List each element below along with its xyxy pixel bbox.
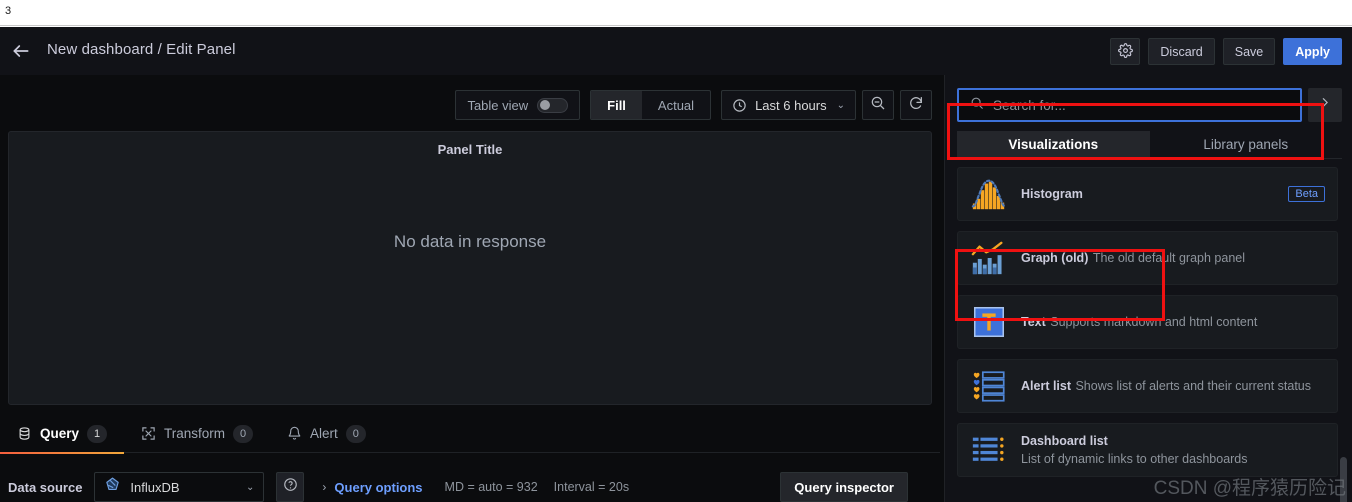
chevron-right-icon: › xyxy=(322,480,327,494)
app-header: New dashboard / Edit Panel Discard Save … xyxy=(0,27,1352,75)
panel-preview[interactable]: Panel Title No data in response xyxy=(8,131,932,405)
visualization-picker-pane: Search for... Visualizations Library pan… xyxy=(944,75,1352,502)
time-range-value: Last 6 hours xyxy=(755,97,827,113)
histogram-icon xyxy=(970,175,1008,213)
panel-options-row: Table view Fill Actual Last 6 hours ⌄ xyxy=(0,87,940,123)
time-range-picker[interactable]: Last 6 hours ⌄ xyxy=(721,90,856,120)
zoom-out-button[interactable] xyxy=(862,90,894,120)
refresh-button[interactable] xyxy=(900,90,932,120)
viz-item-name: Alert list xyxy=(1021,379,1072,393)
panel-title: Panel Title xyxy=(437,142,503,157)
tab-alert[interactable]: Alert 0 xyxy=(270,415,383,453)
time-controls: Last 6 hours ⌄ xyxy=(721,90,932,120)
transform-icon xyxy=(141,426,156,441)
tab-query-label: Query xyxy=(40,426,80,441)
viz-item-dashboard-list[interactable]: Dashboard list List of dynamic links to … xyxy=(957,423,1338,477)
fill-option[interactable]: Fill xyxy=(591,91,642,119)
viz-item-badge-beta: Beta xyxy=(1288,186,1325,202)
question-circle-icon xyxy=(283,477,298,497)
header-actions: Discard Save Apply xyxy=(1110,38,1342,65)
query-options-label: Query options xyxy=(334,479,423,495)
viz-item-desc: List of dynamic links to other dashboard… xyxy=(1021,452,1248,466)
text-panel-icon xyxy=(970,303,1008,341)
browser-strip-label: 3 xyxy=(5,5,12,17)
watermark: CSDN @程序猿历险记 xyxy=(1153,478,1346,499)
query-inspector-button[interactable]: Query inspector xyxy=(780,472,908,502)
viz-item-text: Histogram xyxy=(1021,185,1275,203)
viz-item-name: Text xyxy=(1021,315,1046,329)
fill-actual-segment: Fill Actual xyxy=(590,90,712,120)
save-button[interactable]: Save xyxy=(1222,38,1276,65)
interval-info: Interval = 20s xyxy=(553,480,630,494)
data-source-label: Data source xyxy=(8,479,83,495)
editor-tabbar: Query 1 Transform 0 Alert 0 xyxy=(0,415,940,454)
refresh-icon xyxy=(908,95,924,116)
search-icon xyxy=(970,96,984,115)
viz-search-row: Search for... xyxy=(957,88,1342,122)
viz-item-text: Graph (old) The old default graph panel xyxy=(1021,249,1325,267)
chevron-down-icon: ⌄ xyxy=(246,481,255,493)
screenshot-root: 3 New dashboard / Edit Panel Discard Sav… xyxy=(0,0,1352,502)
max-data-points-info: MD = auto = 932 xyxy=(444,480,538,494)
graph-old-icon xyxy=(970,239,1008,277)
visualization-list[interactable]: Histogram Beta Graph (old) The old defau… xyxy=(957,167,1348,502)
gear-icon xyxy=(1118,42,1133,61)
viz-item-name: Dashboard list xyxy=(1021,434,1108,448)
panel-settings-button[interactable] xyxy=(1110,38,1141,65)
viz-item-text: Dashboard list List of dynamic links to … xyxy=(1021,432,1325,468)
zoom-out-icon xyxy=(870,95,886,116)
panel-no-data-message: No data in response xyxy=(393,232,547,251)
actual-option[interactable]: Actual xyxy=(642,91,710,119)
angle-double-right-icon xyxy=(1319,96,1332,114)
query-options-row: Data source InfluxDB ⌄ › Query options M… xyxy=(0,465,940,502)
viz-item-text: Text Supports markdown and html content xyxy=(1021,313,1325,331)
dashboard-list-icon xyxy=(970,431,1008,469)
data-source-picker[interactable]: InfluxDB ⌄ xyxy=(94,472,265,502)
database-icon xyxy=(17,426,32,441)
tab-query-badge: 1 xyxy=(87,424,108,443)
viz-item-text-panel[interactable]: Text Supports markdown and html content xyxy=(957,295,1338,349)
table-view-switch-knob xyxy=(540,100,551,110)
table-view-label: Table view xyxy=(467,97,529,113)
tab-library-panels[interactable]: Library panels xyxy=(1150,131,1343,158)
viz-item-name: Histogram xyxy=(1021,187,1083,201)
influxdb-icon xyxy=(104,476,121,498)
viz-search-placeholder: Search for... xyxy=(993,97,1066,113)
viz-search-field[interactable]: Search for... xyxy=(957,88,1302,122)
data-source-value: InfluxDB xyxy=(130,479,180,495)
viz-item-histogram[interactable]: Histogram Beta xyxy=(957,167,1338,221)
back-arrow-icon[interactable] xyxy=(8,39,34,63)
viz-item-desc: Supports markdown and html content xyxy=(1050,315,1258,329)
collapse-pane-button[interactable] xyxy=(1308,88,1342,122)
query-options-toggle[interactable]: › Query options xyxy=(322,480,422,495)
viz-item-alert-list[interactable]: Alert list Shows list of alerts and thei… xyxy=(957,359,1338,413)
viz-item-desc: The old default graph panel xyxy=(1092,251,1246,265)
grafana-app: New dashboard / Edit Panel Discard Save … xyxy=(0,27,1352,502)
chevron-down-icon: ⌄ xyxy=(836,99,845,111)
viz-pane-tabs: Visualizations Library panels xyxy=(957,131,1342,159)
tab-visualizations[interactable]: Visualizations xyxy=(957,131,1150,158)
table-view-switch[interactable] xyxy=(537,97,569,113)
clock-icon xyxy=(732,98,747,113)
viz-item-text: Alert list Shows list of alerts and thei… xyxy=(1021,377,1325,395)
viz-item-graph-old[interactable]: Graph (old) The old default graph panel xyxy=(957,231,1338,285)
discard-button[interactable]: Discard xyxy=(1148,38,1215,65)
breadcrumb[interactable]: New dashboard / Edit Panel xyxy=(47,41,236,58)
tab-transform-label: Transform xyxy=(164,426,226,441)
alert-list-icon xyxy=(970,367,1008,405)
datasource-help-button[interactable] xyxy=(276,472,305,502)
table-view-toggle[interactable]: Table view xyxy=(455,90,581,120)
apply-button[interactable]: Apply xyxy=(1283,38,1342,65)
panel-edit-main: Table view Fill Actual Last 6 hours ⌄ Pa… xyxy=(0,75,940,502)
browser-strip: 3 xyxy=(0,0,1352,26)
tab-alert-label: Alert xyxy=(310,426,338,441)
tab-alert-badge: 0 xyxy=(345,424,366,443)
bell-icon xyxy=(287,426,302,441)
tab-transform-badge: 0 xyxy=(233,424,254,443)
query-options-meta: MD = auto = 932 Interval = 20s xyxy=(445,480,630,494)
tab-transform[interactable]: Transform 0 xyxy=(124,415,270,453)
viz-item-desc: Shows list of alerts and their current s… xyxy=(1075,379,1311,393)
viz-item-name: Graph (old) xyxy=(1021,251,1089,265)
tab-query[interactable]: Query 1 xyxy=(0,415,125,454)
